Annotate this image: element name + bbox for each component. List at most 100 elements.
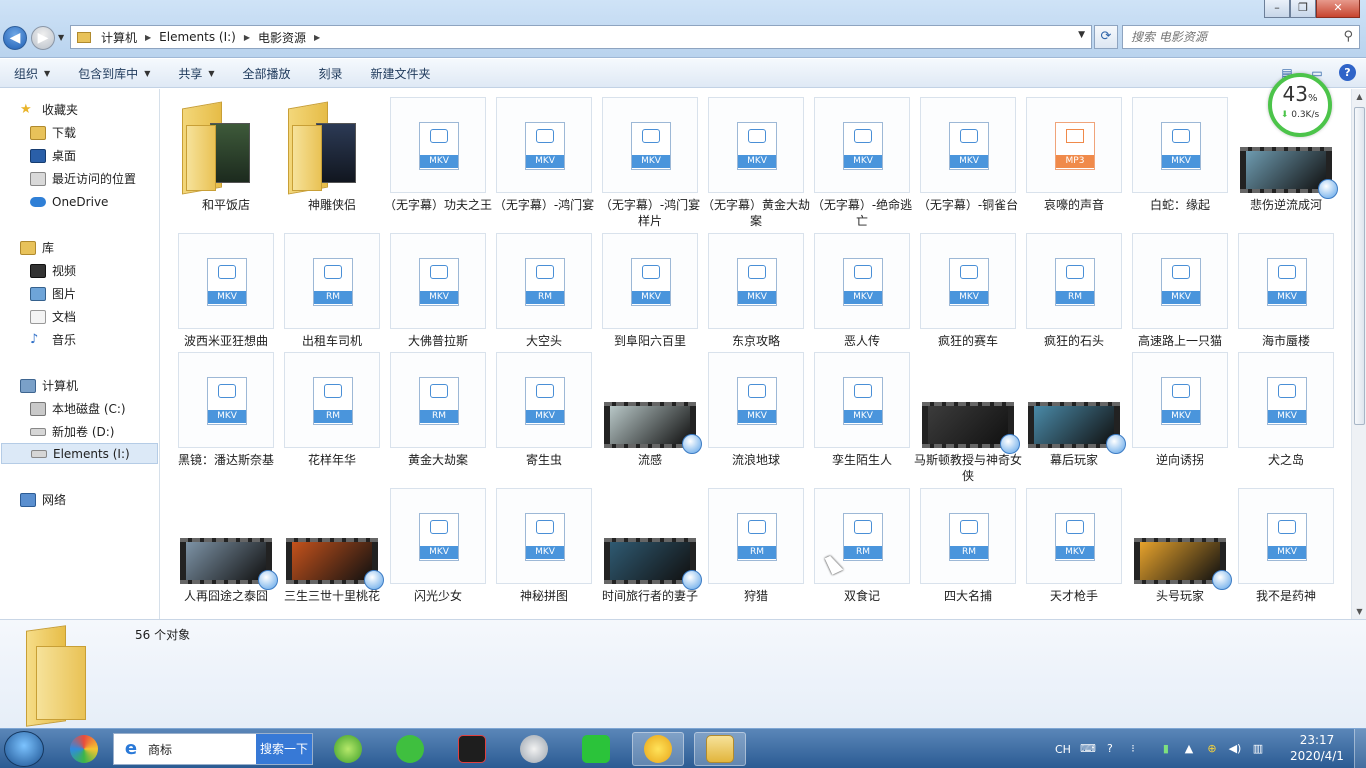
keyboard-icon[interactable]: ⌨ [1080, 742, 1096, 756]
nav-network[interactable]: 网络 [20, 489, 66, 510]
nav-onedrive[interactable]: OneDrive [30, 191, 108, 212]
nav-drive-c[interactable]: 本地磁盘 (C:) [30, 398, 126, 419]
breadcrumb-computer[interactable]: 计算机 ▶ [101, 29, 151, 46]
file-extension-label: MKV [632, 155, 670, 168]
taskbar-app-iqiyi[interactable] [570, 732, 622, 766]
file-name: 时间旅行者的妻子 [601, 589, 698, 603]
file-name: 天才枪手 [1049, 589, 1098, 603]
video-thumbnail [602, 488, 702, 590]
new-folder-button[interactable]: 新建文件夹 [357, 59, 445, 88]
share-menu[interactable]: 共享 ▼ [164, 59, 228, 88]
nav-desktop[interactable]: 桌面 [30, 145, 76, 166]
file-name: （无字幕）-鸿门宴样片 [599, 198, 701, 228]
file-name: 东京攻略 [731, 334, 780, 348]
scroll-down-icon[interactable]: ▼ [1352, 604, 1366, 619]
file-extension-label: MKV [526, 410, 564, 423]
breadcrumb-folder[interactable]: 电影资源 ▶ [258, 29, 320, 46]
search-input[interactable] [1131, 30, 1331, 44]
chevron-down-icon[interactable]: ▼ [1078, 30, 1085, 40]
back-button[interactable]: ◀ [3, 26, 27, 50]
nav-label: 新加卷 (D:) [52, 425, 115, 439]
recent-pages-dropdown[interactable]: ▼ [58, 33, 64, 42]
cloud-icon [30, 196, 46, 207]
language-indicator[interactable]: CH [1055, 743, 1071, 756]
nav-favorites[interactable]: ★ 收藏夹 [20, 99, 78, 120]
video-thumbnail [284, 488, 384, 590]
nav-documents[interactable]: 文档 [30, 306, 76, 327]
start-button[interactable] [4, 731, 44, 767]
file-name: 马斯顿教授与神奇女侠 [914, 453, 1023, 483]
breadcrumb-drive[interactable]: Elements (I:) ▶ [159, 30, 250, 44]
taskbar-app-wechat[interactable] [384, 732, 436, 766]
file-name: 出租车司机 [301, 334, 362, 348]
nav-videos[interactable]: 视频 [30, 260, 76, 281]
help-tray-icon[interactable]: ? [1103, 742, 1117, 756]
volume-icon[interactable]: ◀) [1228, 742, 1242, 756]
scroll-up-icon[interactable]: ▲ [1352, 89, 1366, 104]
taskbar-search-text[interactable]: 商标 [148, 741, 172, 758]
forward-button[interactable]: ▶ [31, 26, 55, 50]
library-icon [20, 240, 36, 255]
chevron-right-icon[interactable]: ▶ [244, 33, 250, 42]
player-badge-icon [258, 570, 278, 590]
nav-music[interactable]: ♪ 音乐 [30, 329, 76, 350]
player-badge-icon [682, 434, 702, 454]
nav-computer[interactable]: 计算机 [20, 375, 78, 396]
address-bar[interactable]: 计算机 ▶ Elements (I:) ▶ 电影资源 ▶ ▼ [70, 25, 1092, 49]
nav-drive-i[interactable]: Elements (I:) [1, 443, 158, 464]
file-extension-label: MKV [844, 155, 882, 168]
help-icon[interactable]: ? [1339, 64, 1356, 81]
breadcrumb-label: Elements (I:) [159, 30, 236, 44]
file-icon: MKV [1238, 488, 1334, 584]
search-box[interactable]: ⚲ [1122, 25, 1360, 49]
chevron-right-icon[interactable]: ▶ [314, 33, 320, 42]
folder-icon [284, 97, 380, 195]
player-badge-icon [1000, 434, 1020, 454]
nav-pictures[interactable]: 图片 [30, 283, 76, 304]
minimize-button[interactable]: – [1264, 0, 1290, 18]
file-extension-label: MKV [844, 291, 882, 304]
settings-tray-icon[interactable]: ⁝ [1126, 742, 1140, 756]
nav-recent[interactable]: 最近访问的位置 [30, 168, 136, 189]
file-name: 和平饭店 [201, 198, 250, 212]
nav-downloads[interactable]: 下载 [30, 122, 76, 143]
taskbar-app-pinwheel[interactable] [58, 732, 110, 766]
organize-menu[interactable]: 组织 ▼ [0, 59, 64, 88]
close-button[interactable]: ✕ [1316, 0, 1360, 18]
clock[interactable]: 23:17 2020/4/1 [1287, 732, 1347, 764]
caret-down-icon: ▼ [208, 68, 215, 78]
file-name: 我不是药神 [1255, 589, 1316, 603]
speed-rate: ⬇ 0.3K/s [1272, 110, 1328, 120]
file-extension-label: MKV [632, 291, 670, 304]
file-icon: MKV [1132, 352, 1228, 448]
taskbar-app-panda[interactable] [508, 732, 560, 766]
maximize-button[interactable]: ❐ [1290, 0, 1316, 18]
battery-icon[interactable]: ▮ [1159, 742, 1173, 756]
nav-drive-d[interactable]: 新加卷 (D:) [30, 421, 114, 442]
network-speed-widget[interactable]: 43% ⬇ 0.3K/s [1268, 73, 1332, 137]
file-name: 犬之岛 [1267, 453, 1304, 467]
show-desktop-button[interactable] [1354, 729, 1366, 768]
vertical-scrollbar[interactable]: ▲ ▼ [1351, 89, 1366, 619]
refresh-button[interactable]: ⟳ [1094, 25, 1118, 49]
taskbar-app-qq-game[interactable] [632, 732, 684, 766]
play-all-button[interactable]: 全部播放 [229, 59, 305, 88]
include-in-library-menu[interactable]: 包含到库中 ▼ [64, 59, 164, 88]
nav-label: 文档 [52, 310, 77, 324]
nav-label: 视频 [52, 264, 77, 278]
show-hidden-icons-icon[interactable]: ▲ [1182, 742, 1196, 756]
shield-tray-icon[interactable]: ⊕ [1205, 742, 1219, 756]
taskbar-search-button[interactable]: 搜索一下 [256, 734, 312, 764]
taskbar-app-player[interactable] [446, 732, 498, 766]
taskbar-app-360[interactable] [322, 732, 374, 766]
file-name: 三生三世十里桃花 [283, 589, 380, 603]
clock-date: 2020/4/1 [1290, 749, 1344, 763]
taskbar-app-explorer[interactable] [694, 732, 746, 766]
file-icon: RM [496, 233, 592, 329]
nav-libraries[interactable]: 库 [20, 237, 54, 258]
network-tray-icon[interactable]: ▥ [1251, 742, 1265, 756]
file-extension-label: RM [950, 546, 988, 559]
chevron-right-icon[interactable]: ▶ [145, 33, 151, 42]
burn-button[interactable]: 刻录 [305, 59, 357, 88]
scrollbar-thumb[interactable] [1354, 107, 1365, 425]
